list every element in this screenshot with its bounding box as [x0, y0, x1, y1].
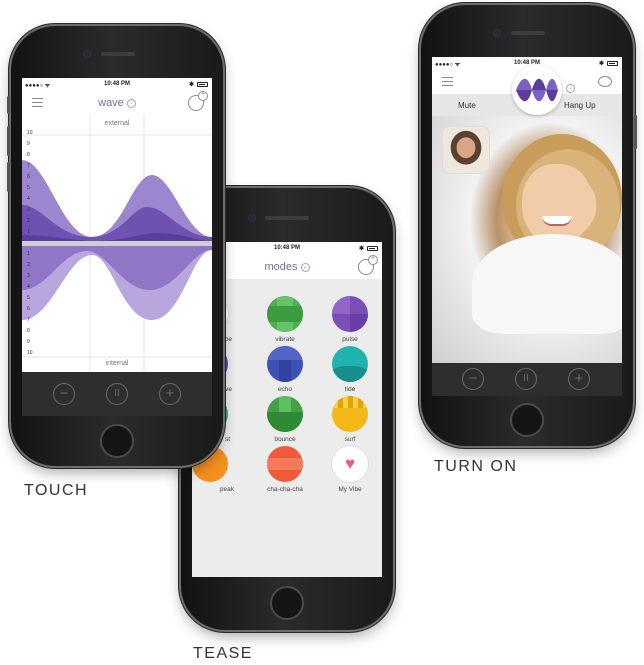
- playback-controls: − II +: [22, 372, 212, 416]
- increase-button[interactable]: +: [568, 368, 590, 390]
- mode-echo[interactable]: echo: [259, 346, 311, 393]
- hang-up-button[interactable]: Hang Up: [564, 101, 596, 110]
- cha-cha-cha-icon: [267, 446, 303, 482]
- external-label: external: [104, 120, 130, 127]
- decrease-button[interactable]: −: [462, 368, 484, 390]
- mode-surf[interactable]: surf: [324, 396, 376, 443]
- pause-button[interactable]: II: [106, 383, 128, 405]
- mode-bounce[interactable]: bounce: [259, 396, 311, 443]
- self-view-thumbnail[interactable]: [442, 126, 490, 174]
- marketing-stage: 10:48 PM ✱ modes ⌄ + vibe vibrate pulse …: [0, 0, 644, 665]
- mode-vibrate[interactable]: vibrate: [259, 296, 311, 343]
- add-partner-icon[interactable]: [188, 91, 208, 111]
- mode-my-vibe[interactable]: ♥ My Vibe: [324, 446, 376, 493]
- wave-logo-icon: [516, 78, 558, 102]
- phone-turn-on: ●●●●○ ᯤ 10:48 PM ✱ Mute Hang Up ⌄ − II +: [421, 5, 637, 446]
- caption-touch: TOUCH: [24, 482, 89, 499]
- status-time: 10:48 PM: [103, 81, 130, 87]
- bluetooth-icon: ✱: [598, 61, 604, 67]
- increase-button[interactable]: +: [159, 383, 181, 405]
- caption-turn-on: TURN ON: [434, 458, 518, 475]
- mode-cha-cha-cha[interactable]: cha-cha-cha: [259, 446, 311, 493]
- echo-icon: [267, 346, 303, 382]
- home-button[interactable]: [270, 586, 304, 620]
- turn-on-screen: ●●●●○ ᯤ 10:48 PM ✱ Mute Hang Up ⌄ − II +: [432, 57, 622, 396]
- home-button[interactable]: [510, 403, 544, 437]
- tide-icon: [332, 346, 368, 382]
- bluetooth-icon: ✱: [188, 82, 194, 88]
- caption-tease: TEASE: [193, 645, 253, 662]
- touch-screen: ●●●●○ ᯤ 10:48 PM ✱ wave ⌄ + external int…: [22, 78, 212, 416]
- vibrate-icon: [267, 296, 303, 332]
- bluetooth-icon: ✱: [358, 246, 364, 252]
- chat-icon[interactable]: [598, 76, 612, 87]
- screen-title: wave ⌄: [98, 97, 136, 109]
- status-bar: ●●●●○ ᯤ 10:48 PM ✱: [22, 78, 212, 91]
- nav-bar: wave ⌄: [22, 91, 212, 115]
- wave-graph[interactable]: external internal 10 9 8 7 6 5 4 3 2 1 1…: [22, 115, 212, 372]
- add-partner-icon[interactable]: [358, 255, 378, 275]
- battery-icon: [607, 61, 618, 66]
- mute-button[interactable]: Mute: [458, 101, 476, 110]
- video-feed: [432, 116, 622, 363]
- heart-icon: ♥: [332, 446, 368, 482]
- bounce-icon: [267, 396, 303, 432]
- chevron-down-icon[interactable]: ⌄: [300, 262, 310, 272]
- decrease-button[interactable]: −: [53, 383, 75, 405]
- battery-icon: [367, 246, 378, 251]
- chevron-down-icon[interactable]: ⌄: [126, 98, 136, 108]
- status-time: 10:48 PM: [513, 60, 540, 66]
- mode-tide[interactable]: tide: [324, 346, 376, 393]
- wave-plot[interactable]: [22, 115, 212, 372]
- chevron-down-icon[interactable]: ⌄: [566, 84, 575, 93]
- pause-button[interactable]: II: [515, 368, 537, 390]
- phone-touch: ●●●●○ ᯤ 10:48 PM ✱ wave ⌄ + external int…: [7, 26, 223, 466]
- playback-controls: − II +: [432, 363, 622, 396]
- surf-icon: [332, 396, 368, 432]
- mode-pulse[interactable]: pulse: [324, 296, 376, 343]
- wave-hub-button[interactable]: [512, 65, 562, 115]
- menu-icon[interactable]: [442, 77, 453, 86]
- pulse-icon: [332, 296, 368, 332]
- home-button[interactable]: [100, 424, 134, 458]
- battery-icon: [197, 82, 208, 87]
- internal-label: internal: [105, 360, 129, 367]
